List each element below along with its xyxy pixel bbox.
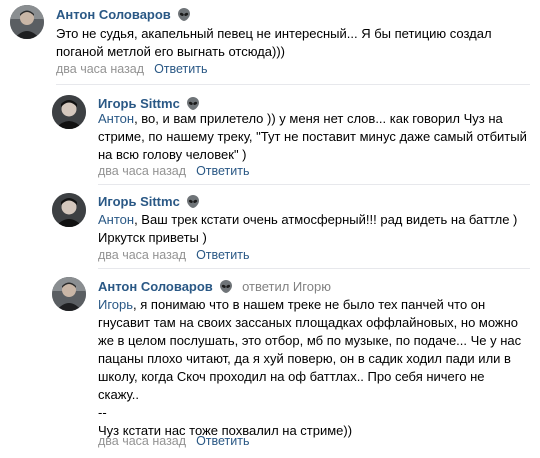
alien-icon: [187, 97, 200, 110]
comment-text: Это не судья, акапельный певец не интере…: [56, 26, 492, 59]
author-name[interactable]: Игорь Sittmc: [98, 194, 180, 209]
comment-text: Антон, Ваш трек кстати очень атмосферный…: [98, 212, 518, 245]
avatar[interactable]: [10, 5, 44, 39]
comment-thread: Антон Соловаров Это не судья, акапельный…: [0, 0, 540, 458]
person-photo-icon: [10, 5, 44, 39]
replied-to-link[interactable]: ответил Игорю: [242, 279, 331, 294]
comment-text: Антон, во, и вам прилетело )) у меня нет…: [98, 111, 527, 162]
alien-icon: [220, 280, 233, 293]
person-photo-icon: [52, 95, 86, 129]
author-name[interactable]: Антон Соловаров: [98, 279, 213, 294]
person-photo-icon: [52, 277, 86, 311]
reply-button[interactable]: Ответить: [196, 248, 249, 262]
divider: [98, 184, 530, 185]
comment-text: Игорь, я понимаю что в нашем треке не бы…: [98, 297, 522, 438]
mention-link[interactable]: Антон: [98, 212, 134, 227]
timestamp[interactable]: два часа назад: [98, 434, 186, 448]
alien-icon: [178, 8, 191, 21]
alien-icon: [187, 195, 200, 208]
avatar[interactable]: [52, 277, 86, 311]
timestamp[interactable]: два часа назад: [56, 62, 144, 76]
reply-button[interactable]: Ответить: [196, 164, 249, 178]
author-name[interactable]: Антон Соловаров: [56, 7, 171, 22]
avatar[interactable]: [52, 95, 86, 129]
mention-link[interactable]: Игорь: [98, 297, 133, 312]
reply-button[interactable]: Ответить: [154, 62, 207, 76]
mention-link[interactable]: Антон: [98, 111, 134, 126]
divider: [56, 84, 530, 85]
timestamp[interactable]: два часа назад: [98, 164, 186, 178]
reply-button[interactable]: Ответить: [196, 434, 249, 448]
avatar[interactable]: [52, 193, 86, 227]
timestamp[interactable]: два часа назад: [98, 248, 186, 262]
divider: [98, 268, 530, 269]
person-photo-icon: [52, 193, 86, 227]
author-name[interactable]: Игорь Sittmc: [98, 96, 180, 111]
